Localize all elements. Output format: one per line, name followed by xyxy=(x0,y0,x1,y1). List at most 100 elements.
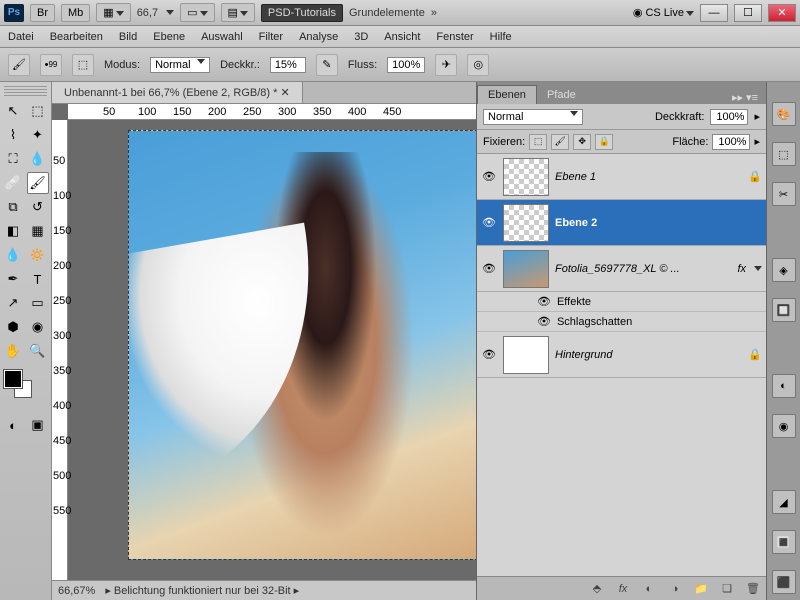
visibility-icon[interactable]: 👁 xyxy=(481,215,497,231)
lock-pixels-icon[interactable]: 🖌 xyxy=(551,134,569,150)
quickmask-toggle[interactable]: ◐ xyxy=(2,414,24,436)
layer-group-icon[interactable]: 📁 xyxy=(692,581,710,597)
magic-wand-tool[interactable]: ✦ xyxy=(27,124,49,146)
brush-panel-toggle[interactable]: ⬚ xyxy=(72,54,94,76)
minimize-button[interactable]: — xyxy=(700,4,728,22)
menu-ebene[interactable]: Ebene xyxy=(153,31,185,43)
3d-camera-tool[interactable]: ◉ xyxy=(27,316,49,338)
pressure-opacity-icon[interactable]: ✎ xyxy=(316,54,338,76)
menu-bearbeiten[interactable]: Bearbeiten xyxy=(50,31,103,43)
layer-name[interactable]: Fotolia_5697778_XL © ... xyxy=(555,263,731,275)
zoom-tool[interactable]: 🔍 xyxy=(27,340,49,362)
document-tab[interactable]: Unbenannt-1 bei 66,7% (Ebene 2, RGB/8) *… xyxy=(52,82,303,103)
layer-thumbnail[interactable] xyxy=(503,336,549,374)
layer-thumbnail[interactable] xyxy=(503,250,549,288)
dodge-tool[interactable]: 🔅 xyxy=(27,244,49,266)
gradient-tool[interactable]: ▦ xyxy=(27,220,49,242)
workspace-psdtutorials-button[interactable]: PSD-Tutorials xyxy=(261,4,343,22)
fx-row[interactable]: 👁Schlagschatten xyxy=(477,312,766,332)
layer-thumbnail[interactable] xyxy=(503,158,549,196)
menu-hilfe[interactable]: Hilfe xyxy=(490,31,512,43)
more-workspaces-icon[interactable]: » xyxy=(431,7,437,19)
canvas-viewport[interactable] xyxy=(68,120,476,580)
adjustments-panel-icon[interactable]: ✂ xyxy=(772,182,796,206)
layer-row[interactable]: 👁 Fotolia_5697778_XL © ... fx xyxy=(477,246,766,292)
visibility-icon[interactable]: 👁 xyxy=(481,347,497,363)
status-zoom[interactable]: 66,67% xyxy=(58,585,95,597)
pen-tool[interactable]: ✒ xyxy=(2,268,24,290)
3d-tool[interactable]: ⬢ xyxy=(2,316,24,338)
menu-3d[interactable]: 3D xyxy=(354,31,368,43)
menu-ansicht[interactable]: Ansicht xyxy=(384,31,420,43)
brush-preset-picker[interactable]: •99 xyxy=(40,54,62,76)
history-panel-icon[interactable]: ◐ xyxy=(772,374,796,398)
canvas[interactable] xyxy=(128,130,476,560)
shape-tool[interactable]: ▭ xyxy=(27,292,49,314)
ruler-horizontal[interactable]: 50100150200250300350400450 xyxy=(68,104,476,120)
opacity-field[interactable]: 15% xyxy=(270,57,306,73)
crop-tool[interactable]: ⛶ xyxy=(2,148,24,170)
panel-menu-icon[interactable]: ▸▸ ▾≡ xyxy=(724,91,766,104)
menu-fenster[interactable]: Fenster xyxy=(436,31,473,43)
lock-transparency-icon[interactable]: ⬚ xyxy=(529,134,547,150)
cslive-button[interactable]: ◉ CS Live xyxy=(633,6,694,19)
fx-row[interactable]: 👁Effekte xyxy=(477,292,766,312)
blur-tool[interactable]: 💧 xyxy=(2,244,24,266)
history-brush-tool[interactable]: ↺ xyxy=(27,196,49,218)
brush-presets-icon[interactable]: ◢ xyxy=(772,490,796,514)
tab-pfade[interactable]: Pfade xyxy=(537,86,586,104)
move-tool[interactable]: ↖ xyxy=(2,100,24,122)
toolbox-handle[interactable] xyxy=(4,86,47,96)
fx-badge[interactable]: fx xyxy=(737,263,746,275)
layer-opacity-field[interactable]: 100% xyxy=(710,109,748,125)
layer-mask-icon[interactable]: ◐ xyxy=(640,581,658,597)
opacity-slider-icon[interactable]: ▸ xyxy=(754,110,760,123)
layer-row[interactable]: 👁 Hintergrund 🔒 xyxy=(477,332,766,378)
layer-thumbnail[interactable] xyxy=(503,204,549,242)
pressure-size-icon[interactable]: ◎ xyxy=(467,54,489,76)
airbrush-icon[interactable]: ✈ xyxy=(435,54,457,76)
styles-panel-icon[interactable]: ◈ xyxy=(772,258,796,282)
foreground-swatch[interactable] xyxy=(4,370,22,388)
close-button[interactable]: ✕ xyxy=(768,4,796,22)
color-panel-icon[interactable]: 🎨 xyxy=(772,102,796,126)
menu-analyse[interactable]: Analyse xyxy=(299,31,338,43)
swatches-panel-icon[interactable]: ⬚ xyxy=(772,142,796,166)
marquee-tool[interactable]: ⬚ xyxy=(27,100,49,122)
arrange-docs-button[interactable]: ▤ xyxy=(221,3,255,22)
layer-blend-select[interactable]: Normal xyxy=(483,109,583,125)
color-swatches[interactable] xyxy=(4,370,47,406)
chevron-down-icon[interactable] xyxy=(166,10,174,15)
type-tool[interactable]: T xyxy=(27,268,49,290)
link-layers-icon[interactable]: ⬘ xyxy=(588,581,606,597)
fill-field[interactable]: 100% xyxy=(712,134,750,150)
fill-slider-icon[interactable]: ▸ xyxy=(754,135,760,148)
lock-position-icon[interactable]: ✥ xyxy=(573,134,591,150)
menu-auswahl[interactable]: Auswahl xyxy=(201,31,243,43)
menu-datei[interactable]: Datei xyxy=(8,31,34,43)
layer-row[interactable]: 👁 Ebene 1 🔒 xyxy=(477,154,766,200)
tab-ebenen[interactable]: Ebenen xyxy=(477,85,537,104)
lasso-tool[interactable]: ⌇ xyxy=(2,124,24,146)
minibridge-button[interactable]: Mb xyxy=(61,4,90,22)
new-layer-icon[interactable]: ❏ xyxy=(718,581,736,597)
menu-filter[interactable]: Filter xyxy=(259,31,283,43)
layer-row[interactable]: 👁 Ebene 2 xyxy=(477,200,766,246)
screen-mode-button[interactable]: ▦ xyxy=(96,3,130,22)
view-extras-button[interactable]: ▭ xyxy=(180,3,214,22)
hand-tool[interactable]: ✋ xyxy=(2,340,24,362)
workspace-grundelemente-button[interactable]: Grundelemente xyxy=(349,7,425,19)
maximize-button[interactable]: ☐ xyxy=(734,4,762,22)
tool-preset-icon[interactable]: 🖌 xyxy=(8,54,30,76)
adjustment-layer-icon[interactable]: ◑ xyxy=(666,581,684,597)
visibility-icon[interactable]: 👁 xyxy=(481,261,497,277)
zoom-display[interactable]: 66,7 xyxy=(137,7,158,19)
tool-presets-icon[interactable]: ⬛ xyxy=(772,570,796,594)
layer-name[interactable]: Hintergrund xyxy=(555,349,742,361)
blend-mode-select[interactable]: Normal xyxy=(150,57,210,73)
delete-layer-icon[interactable]: 🗑 xyxy=(744,581,762,597)
path-select-tool[interactable]: ↗ xyxy=(2,292,24,314)
menu-bild[interactable]: Bild xyxy=(119,31,137,43)
screenmode-toggle[interactable]: ▣ xyxy=(27,414,49,436)
layer-name[interactable]: Ebene 1 xyxy=(555,171,742,183)
